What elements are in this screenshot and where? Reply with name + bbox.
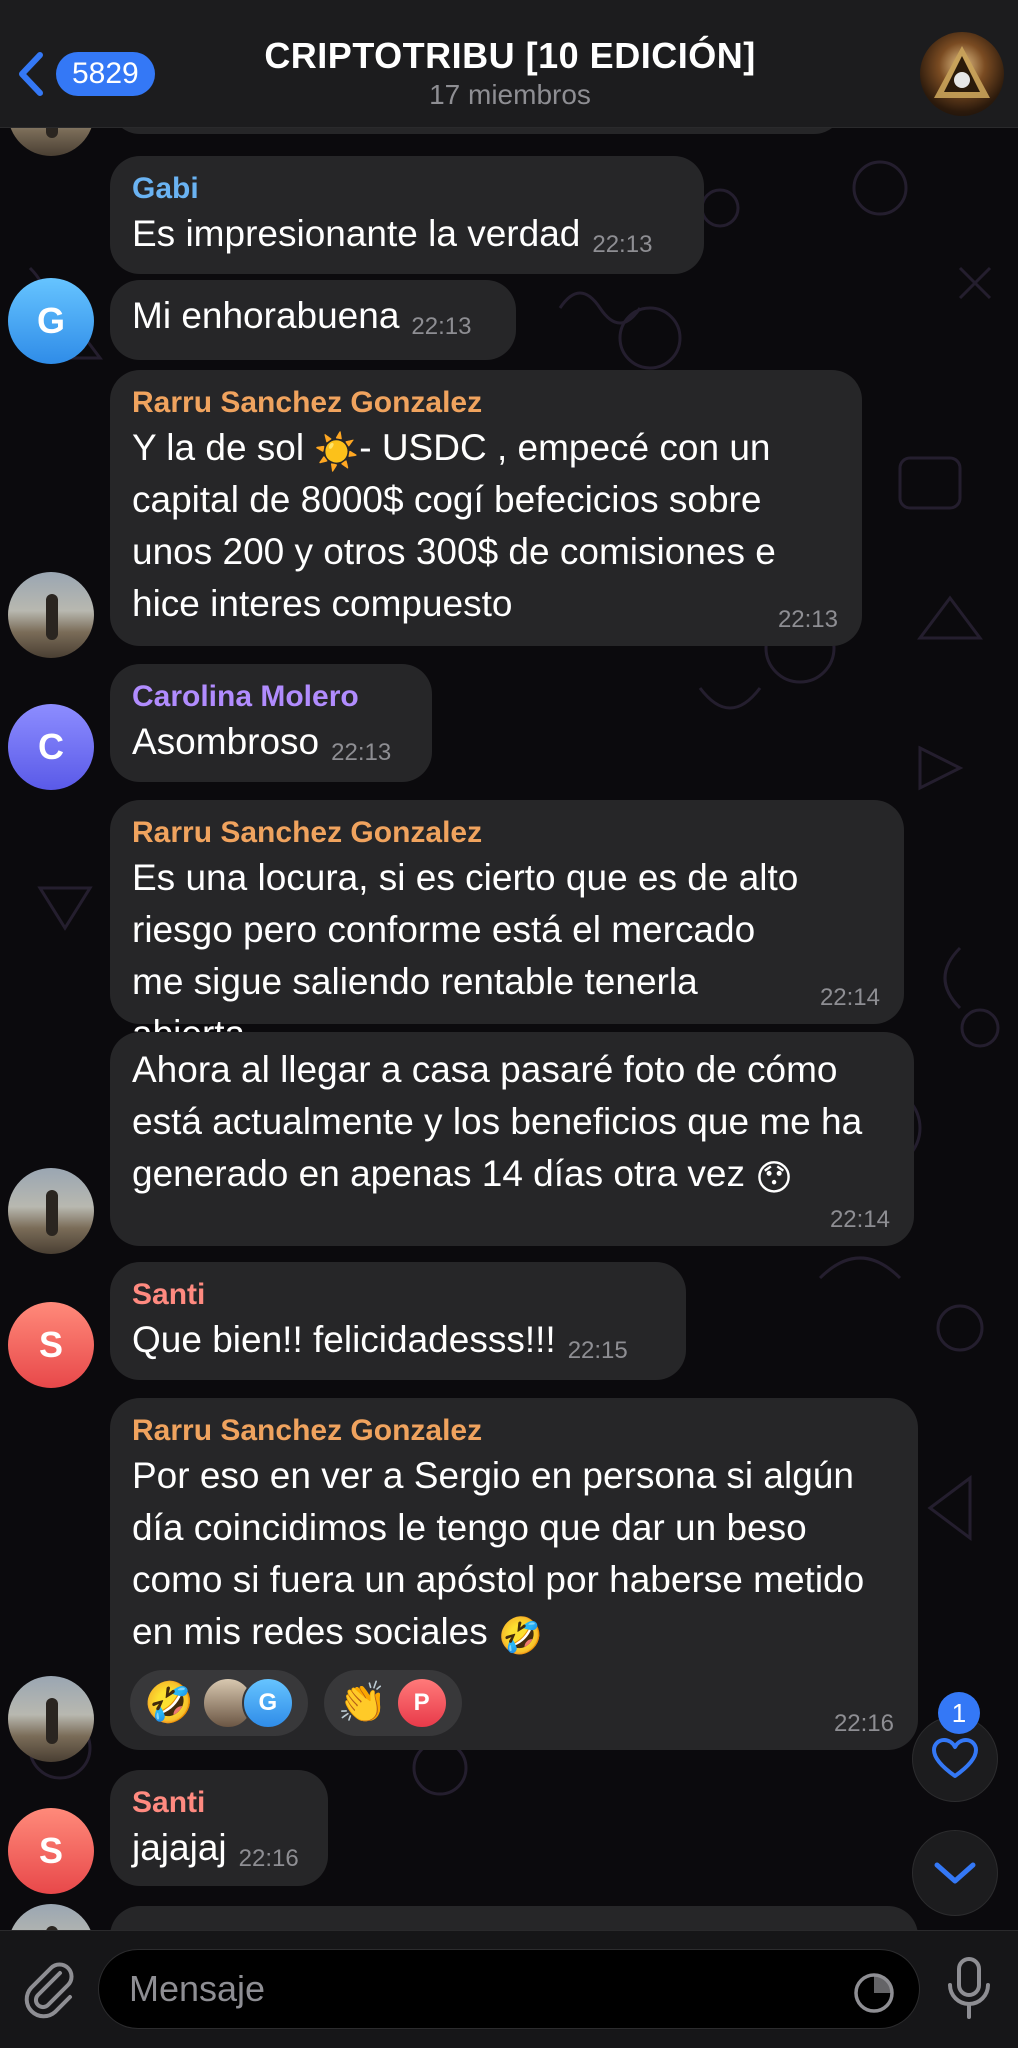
message-text: Asombroso 22:13 bbox=[132, 716, 410, 779]
message-text: Mi enhorabuena 22:13 bbox=[132, 290, 494, 353]
message-bubble[interactable]: Rarru Sanchez Gonzalez Es una locura, si… bbox=[110, 800, 904, 1054]
pyramid-logo-icon bbox=[934, 46, 990, 98]
message-time: 22:16 bbox=[238, 1845, 299, 1872]
chat-header: 5829 CRIPTOTRIBU [10 EDICIÓN] 17 miembro… bbox=[0, 0, 1018, 128]
message-time: 22:16 bbox=[833, 1710, 894, 1737]
message-time: 22:13 bbox=[592, 231, 653, 258]
sun-emoji-icon: ☀️ bbox=[314, 431, 360, 472]
sender-name[interactable]: Santi bbox=[132, 1276, 664, 1314]
sender-name[interactable]: Rarru Sanchez Gonzalez bbox=[132, 1412, 896, 1450]
sender-name[interactable]: Rarru Sanchez Gonzalez bbox=[132, 814, 882, 852]
sender-name[interactable]: Carolina Molero bbox=[132, 678, 410, 716]
avatar[interactable]: S bbox=[8, 1302, 94, 1388]
message-time: 22:15 bbox=[567, 1337, 628, 1364]
reactor-avatar: P bbox=[395, 1677, 448, 1729]
message-list[interactable]: Gabi Es impresionante la verdad 22:13 G M… bbox=[0, 128, 1018, 1930]
message-time: 22:14 bbox=[829, 1206, 890, 1233]
chevron-left-icon bbox=[19, 52, 43, 96]
message-bubble[interactable]: Santi Que bien!! felicidadesss!!! 22:15 bbox=[110, 1262, 686, 1380]
sender-name[interactable]: Rarru Sanchez Gonzalez bbox=[132, 384, 840, 422]
avatar[interactable]: S bbox=[8, 1808, 94, 1894]
microphone-icon[interactable] bbox=[944, 1955, 994, 2023]
message-text: jajajaj 22:16 bbox=[132, 1822, 306, 1885]
paperclip-icon[interactable] bbox=[20, 1959, 80, 2019]
chat-title-area[interactable]: CRIPTOTRIBU [10 EDICIÓN] 17 miembros bbox=[200, 34, 820, 112]
message-text: Y la de sol ☀️- USDC , empecé con un cap… bbox=[132, 427, 776, 624]
avatar[interactable] bbox=[8, 572, 94, 658]
message-bubble[interactable]: Rarru Sanchez Gonzalez Y la de sol ☀️- U… bbox=[110, 370, 862, 646]
avatar[interactable]: C bbox=[8, 704, 94, 790]
reactions-row: 🤣 G 👏 P bbox=[130, 1670, 462, 1736]
heart-icon bbox=[932, 1738, 978, 1778]
sender-name[interactable]: Santi bbox=[132, 1784, 306, 1822]
rolling-laughing-emoji-icon: 🤣 bbox=[144, 1681, 194, 1725]
message-bubble-clipped[interactable] bbox=[110, 1906, 918, 1930]
back-button[interactable]: 5829 bbox=[14, 46, 164, 102]
message-text: Es una locura, si es cierto que es de al… bbox=[132, 857, 799, 1054]
message-input[interactable] bbox=[98, 1949, 920, 2029]
avatar[interactable]: G bbox=[8, 278, 94, 364]
group-avatar[interactable] bbox=[920, 32, 1004, 116]
reaction-laugh[interactable]: 🤣 G bbox=[130, 1670, 308, 1736]
clapping-hands-emoji-icon: 👏 bbox=[337, 1681, 388, 1725]
surprised-emoji-icon: 😯 bbox=[755, 1157, 793, 1198]
message-bubble[interactable]: Rarru Sanchez Gonzalez Por eso en ver a … bbox=[110, 1398, 918, 1750]
avatar[interactable] bbox=[8, 1676, 94, 1762]
member-count: 17 miembros bbox=[429, 79, 591, 110]
composer-bar bbox=[0, 1930, 1018, 2048]
reaction-clap[interactable]: 👏 P bbox=[323, 1670, 462, 1736]
sticker-icon[interactable] bbox=[852, 1971, 896, 2015]
message-bubble[interactable]: Ahora al llegar a casa pasaré foto de có… bbox=[110, 1032, 914, 1246]
message-text: Ahora al llegar a casa pasaré foto de có… bbox=[132, 1049, 863, 1198]
message-bubble[interactable]: Gabi Es impresionante la verdad 22:13 bbox=[110, 156, 704, 274]
unread-reactions-badge: 1 bbox=[938, 1692, 980, 1734]
sender-name[interactable]: Gabi bbox=[132, 170, 682, 208]
chevron-down-icon bbox=[934, 1862, 976, 1884]
message-text: Es impresionante la verdad 22:13 bbox=[132, 208, 682, 271]
message-time: 22:13 bbox=[411, 313, 472, 340]
unread-count-badge: 5829 bbox=[56, 52, 155, 96]
message-bubble[interactable]: Carolina Molero Asombroso 22:13 bbox=[110, 664, 432, 782]
message-time: 22:13 bbox=[331, 739, 392, 766]
message-bubble[interactable]: Mi enhorabuena 22:13 bbox=[110, 280, 516, 360]
scroll-down-button[interactable] bbox=[912, 1830, 998, 1916]
message-text: Por eso en ver a Sergio en persona si al… bbox=[132, 1455, 865, 1656]
message-bubble[interactable]: Santi jajajaj 22:16 bbox=[110, 1770, 328, 1886]
rolling-laughing-emoji-icon: 🤣 bbox=[498, 1615, 543, 1656]
message-bubble-clipped[interactable] bbox=[110, 128, 844, 134]
reactor-avatar: G bbox=[241, 1677, 294, 1729]
avatar[interactable] bbox=[8, 1168, 94, 1254]
message-time: 22:13 bbox=[777, 606, 838, 633]
message-time: 22:14 bbox=[819, 984, 880, 1011]
message-text: Que bien!! felicidadesss!!! 22:15 bbox=[132, 1314, 664, 1377]
chat-title: CRIPTOTRIBU [10 EDICIÓN] bbox=[264, 35, 756, 76]
